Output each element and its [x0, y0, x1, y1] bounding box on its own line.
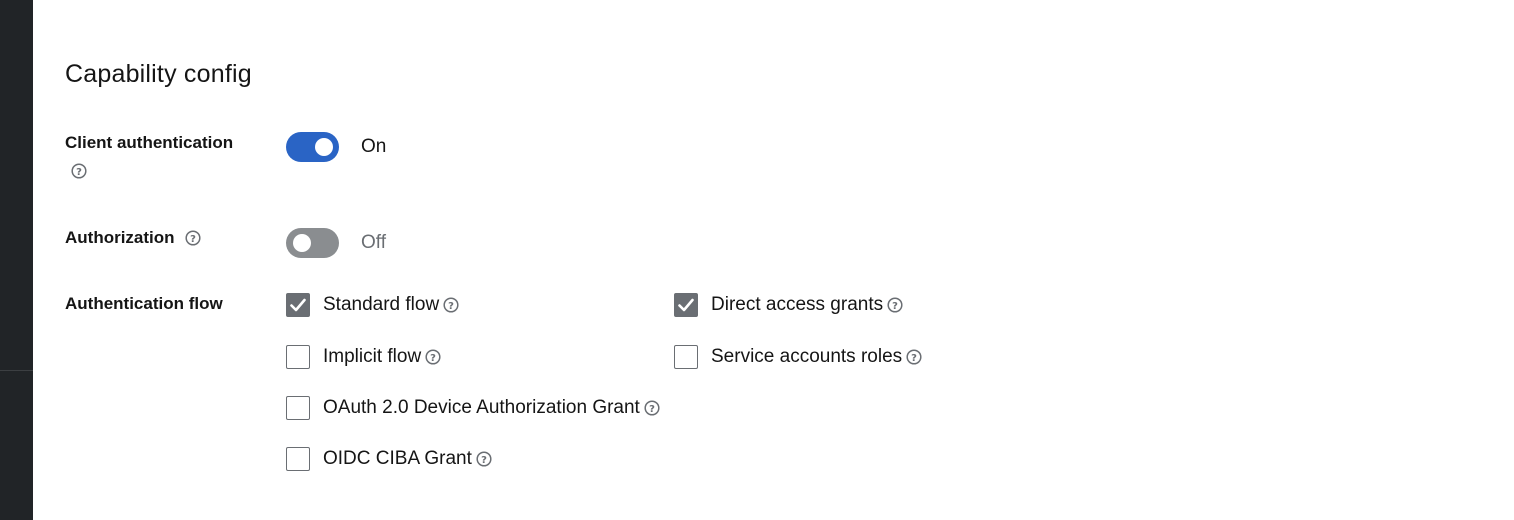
- client-authentication-label: Client authentication ?: [65, 132, 265, 179]
- help-icon[interactable]: ?: [443, 297, 459, 313]
- oauth-device-authorization-grant-label: OAuth 2.0 Device Authorization Grant: [323, 397, 640, 418]
- oauth-device-authorization-grant-checkbox[interactable]: [286, 396, 310, 420]
- toggle-knob: [293, 234, 311, 252]
- help-icon[interactable]: ?: [644, 400, 660, 416]
- sidebar-divider: [0, 370, 33, 371]
- help-icon[interactable]: ?: [184, 230, 201, 246]
- authorization-label-text: Authorization: [65, 228, 175, 247]
- service-accounts-roles-option[interactable]: Service accounts roles ?: [674, 345, 922, 369]
- toggle-knob: [315, 138, 333, 156]
- svg-text:?: ?: [190, 234, 196, 245]
- authorization-label: Authorization ?: [65, 228, 201, 248]
- authorization-switch-row: Off: [286, 228, 386, 258]
- oidc-ciba-grant-checkbox[interactable]: [286, 447, 310, 471]
- client-authentication-label-text: Client authentication: [65, 133, 234, 152]
- implicit-flow-label: Implicit flow: [323, 346, 422, 367]
- help-icon[interactable]: ?: [887, 297, 903, 313]
- implicit-flow-option[interactable]: Implicit flow ?: [286, 345, 441, 369]
- standard-flow-label: Standard flow: [323, 294, 440, 315]
- direct-access-grants-label: Direct access grants: [711, 294, 884, 315]
- help-icon[interactable]: ?: [476, 451, 492, 467]
- client-authentication-switch-row: On: [286, 132, 386, 162]
- svg-text:?: ?: [76, 167, 82, 178]
- service-accounts-roles-checkbox[interactable]: [674, 345, 698, 369]
- svg-text:?: ?: [448, 301, 454, 312]
- direct-access-grants-option[interactable]: Direct access grants ?: [674, 293, 903, 317]
- svg-text:?: ?: [430, 353, 436, 364]
- client-authentication-toggle[interactable]: [286, 132, 339, 162]
- standard-flow-checkbox[interactable]: [286, 293, 310, 317]
- oidc-ciba-grant-label: OIDC CIBA Grant: [323, 448, 472, 469]
- main-content: Capability config Client authentication …: [33, 0, 1514, 520]
- direct-access-grants-checkbox[interactable]: [674, 293, 698, 317]
- standard-flow-option[interactable]: Standard flow ?: [286, 293, 459, 317]
- section-title: Capability config: [65, 60, 252, 88]
- checkmark-icon: [678, 298, 694, 312]
- oauth-device-authorization-grant-option[interactable]: OAuth 2.0 Device Authorization Grant ?: [286, 396, 660, 420]
- svg-text:?: ?: [649, 404, 655, 415]
- service-accounts-roles-label: Service accounts roles: [711, 346, 903, 367]
- help-icon[interactable]: ?: [425, 349, 441, 365]
- help-icon[interactable]: ?: [71, 163, 87, 179]
- authorization-toggle[interactable]: [286, 228, 339, 258]
- svg-text:?: ?: [892, 301, 898, 312]
- svg-text:?: ?: [911, 353, 917, 364]
- left-nav-sidebar: [0, 0, 33, 520]
- implicit-flow-checkbox[interactable]: [286, 345, 310, 369]
- checkmark-icon: [290, 298, 306, 312]
- oidc-ciba-grant-option[interactable]: OIDC CIBA Grant ?: [286, 447, 492, 471]
- authorization-state: Off: [361, 232, 386, 253]
- authentication-flow-label: Authentication flow: [65, 294, 223, 313]
- help-icon[interactable]: ?: [906, 349, 922, 365]
- client-authentication-state: On: [361, 136, 387, 157]
- svg-text:?: ?: [481, 455, 487, 466]
